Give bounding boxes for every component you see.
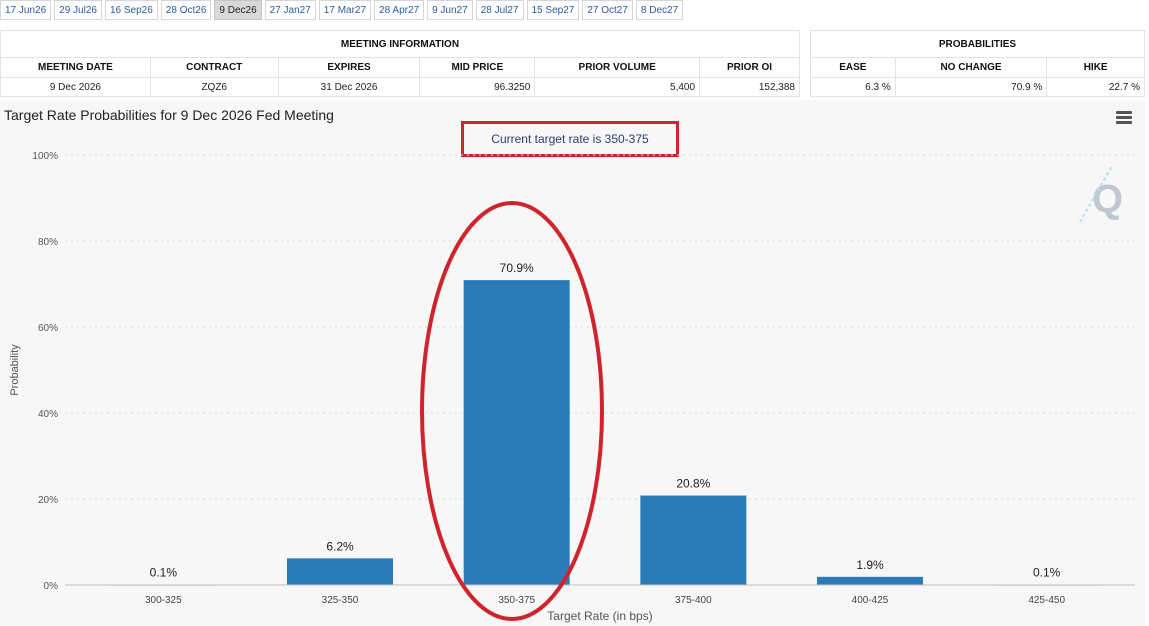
data-label: 6.2% [326, 539, 354, 553]
x-tick-label: 300-325 [145, 595, 182, 606]
x-axis-label: Target Rate (in bps) [547, 609, 652, 623]
col-expires: EXPIRES [277, 57, 421, 78]
tab-9-jun27[interactable]: 9 Jun27 [427, 0, 473, 20]
tab-27-oct27[interactable]: 27 Oct27 [582, 0, 633, 20]
tab-17-mar27[interactable]: 17 Mar27 [318, 0, 372, 20]
probabilities-title: PROBABILITIES [810, 30, 1145, 58]
prior-oi-value: 152,388 [699, 77, 800, 97]
meeting-information-title: MEETING INFORMATION [0, 30, 800, 58]
table-row: 6.3 % 70.9 % 22.7 % [810, 77, 1145, 97]
x-tick-label: 400-425 [852, 595, 889, 606]
prior-volume-value: 5,400 [534, 77, 701, 97]
ease-value: 6.3 % [810, 77, 896, 97]
tab-16-sep26[interactable]: 16 Sep26 [104, 0, 158, 20]
x-tick-label: 325-350 [322, 595, 359, 606]
probabilities-table: PROBABILITIES EASE NO CHANGE HIKE 6.3 % … [810, 30, 1145, 97]
bar-375-400 [640, 495, 747, 585]
bar-400-425 [817, 576, 923, 585]
col-hike: HIKE [1046, 57, 1145, 78]
col-contract: CONTRACT [149, 57, 279, 78]
y-tick-label: 20% [38, 495, 58, 506]
y-tick-label: 40% [38, 409, 58, 420]
hike-value: 22.7 % [1046, 77, 1145, 97]
bar-350-375 [463, 280, 570, 585]
mid-price-value: 96.3250 [419, 77, 536, 97]
tab-28-apr27[interactable]: 28 Apr27 [374, 0, 425, 20]
table-row: 9 Dec 2026 ZQZ6 31 Dec 2026 96.3250 5,40… [0, 77, 800, 97]
expires-value: 31 Dec 2026 [277, 77, 421, 97]
meeting-date-value: 9 Dec 2026 [0, 77, 151, 97]
no-change-value: 70.9 % [894, 77, 1048, 97]
tab-27-jan27[interactable]: 27 Jan27 [264, 0, 316, 20]
col-meeting-date: MEETING DATE [0, 57, 151, 78]
y-axis-label: Probability [9, 344, 21, 396]
data-label: 0.1% [150, 566, 178, 580]
col-no-change: NO CHANGE [894, 57, 1048, 78]
x-tick-label: 375-400 [675, 595, 712, 606]
contract-value: ZQZ6 [149, 77, 279, 97]
tab-28-jul27[interactable]: 28 Jul27 [475, 0, 524, 20]
target-rate-bar-chart: Q 0.1% 6.2% 70.9% 20.8% 1.9% 0.1% 300-325 325-… [9, 151, 1135, 623]
tab-28-oct26[interactable]: 28 Oct26 [160, 0, 212, 20]
col-ease: EASE [810, 57, 896, 78]
tab-29-jul26[interactable]: 29 Jul26 [54, 0, 102, 20]
y-tick-label: 0% [44, 581, 59, 592]
data-label: 1.9% [856, 558, 884, 572]
col-mid-price: MID PRICE [419, 57, 536, 78]
tab-8-dec27[interactable]: 8 Dec27 [635, 0, 684, 20]
data-label: 0.1% [1033, 566, 1061, 580]
meeting-information-table: MEETING INFORMATION MEETING DATE CONTRAC… [0, 30, 800, 97]
col-prior-volume: PRIOR VOLUME [534, 57, 701, 78]
x-tick-label: 425-450 [1028, 595, 1065, 606]
data-label: 20.8% [676, 477, 710, 491]
col-prior-oi: PRIOR OI [699, 57, 800, 78]
bar-325-350 [287, 558, 393, 585]
y-tick-label: 60% [38, 323, 58, 334]
y-tick-label: 80% [38, 237, 58, 248]
tab-17-jun26[interactable]: 17 Jun26 [0, 0, 52, 20]
tab-15-sep27[interactable]: 15 Sep27 [526, 0, 580, 20]
y-tick-label: 100% [32, 151, 58, 162]
meeting-date-tabs: 17 Jun26 29 Jul26 16 Sep26 28 Oct26 9 Dec26 2… [0, 0, 684, 20]
data-label: 70.9% [500, 261, 534, 275]
quikstrike-q-logo: Q [1079, 165, 1123, 223]
svg-text:Q: Q [1092, 177, 1123, 221]
tab-9-dec26[interactable]: 9 Dec26 [214, 0, 262, 20]
x-tick-label: 350-375 [498, 595, 535, 606]
